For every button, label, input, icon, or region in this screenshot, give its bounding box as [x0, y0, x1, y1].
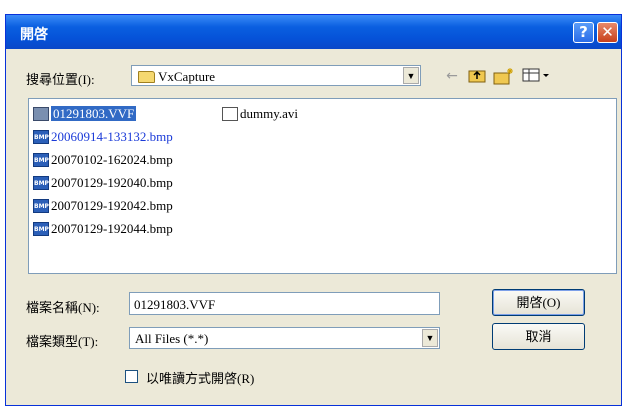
filename-label: 檔案名稱(N): — [26, 300, 100, 315]
filename-input[interactable]: 01291803.VVF — [129, 292, 440, 315]
look-in-label: 搜尋位置(I): — [26, 72, 95, 87]
readonly-label[interactable]: 以唯讀方式開啓(R) — [146, 368, 254, 387]
bmp-file-icon: BMP — [33, 130, 49, 145]
file-item[interactable]: BMP 20070102-162024.bmp — [33, 149, 173, 169]
file-item[interactable]: BMP 20070129-192044.bmp — [33, 218, 173, 238]
vvf-file-icon — [33, 107, 49, 122]
file-item[interactable]: BMP 20070129-192042.bmp — [33, 195, 173, 215]
chevron-down-icon[interactable]: ▼ — [403, 67, 419, 84]
file-item[interactable]: BMP 20070129-192040.bmp — [33, 172, 173, 192]
avi-file-icon: ▶ — [222, 107, 238, 122]
file-item[interactable]: BMP 20060914-133132.bmp — [33, 126, 173, 146]
close-button[interactable]: ✕ — [597, 22, 618, 43]
title-bar[interactable]: 開啓 ? ✕ — [6, 15, 621, 49]
view-menu-icon[interactable] — [522, 67, 552, 85]
bmp-file-icon: BMP — [33, 199, 49, 214]
chevron-down-icon[interactable]: ▼ — [422, 329, 438, 347]
open-file-dialog: 開啓 ? ✕ 搜尋位置(I): VxCapture ▼ ← 01291803.V… — [5, 14, 622, 406]
file-item[interactable]: ▶ dummy.avi — [222, 103, 298, 123]
look-in-dropdown[interactable]: VxCapture ▼ — [131, 65, 421, 86]
bmp-file-icon: BMP — [33, 176, 49, 191]
help-button[interactable]: ? — [573, 22, 594, 43]
back-arrow-icon[interactable]: ← — [443, 67, 461, 85]
file-item[interactable]: 01291803.VVF — [33, 103, 137, 123]
up-folder-icon[interactable] — [468, 67, 486, 85]
new-folder-icon[interactable] — [493, 67, 515, 85]
bmp-file-icon: BMP — [33, 222, 49, 237]
look-in-value: VxCapture — [158, 69, 216, 84]
folder-icon — [138, 71, 155, 83]
filetype-dropdown[interactable]: All Files (*.*) ▼ — [129, 327, 440, 349]
open-button[interactable]: 開啓(O) — [492, 289, 585, 316]
window-title: 開啓 — [20, 27, 48, 43]
bmp-file-icon: BMP — [33, 153, 49, 168]
filetype-label: 檔案類型(T): — [26, 334, 99, 349]
file-list[interactable]: 01291803.VVF BMP 20060914-133132.bmp BMP 2… — [28, 98, 617, 274]
readonly-checkbox[interactable] — [125, 370, 138, 383]
cancel-button[interactable]: 取消 — [492, 323, 585, 350]
